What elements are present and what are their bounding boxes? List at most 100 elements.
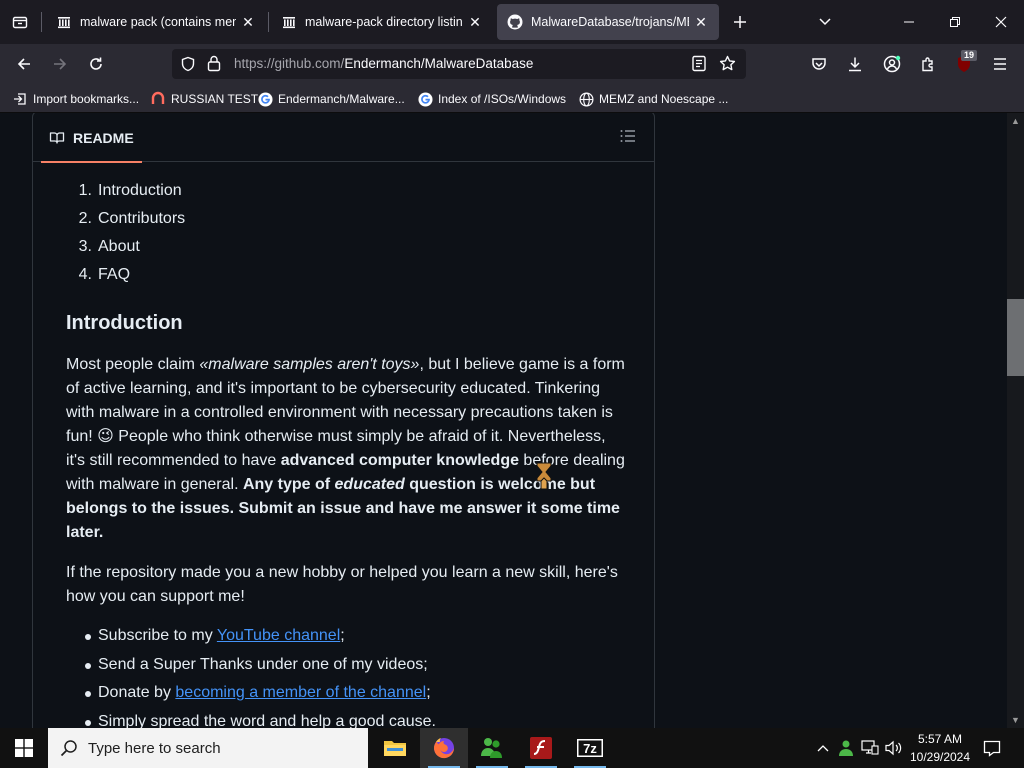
taskbar-app-flash[interactable]	[517, 728, 565, 768]
windows-taskbar: Type here to search 7z 5:57 AM 10/29/202…	[0, 728, 1024, 768]
taskbar-app-file-explorer[interactable]	[371, 728, 419, 768]
tray-volume[interactable]	[885, 739, 903, 757]
text-run: ;	[426, 684, 431, 701]
channel-membership-link[interactable]: becoming a member of the channel	[175, 684, 426, 701]
windows-logo-icon	[15, 739, 33, 757]
address-bar[interactable]: https://github.com/Endermanch/MalwareDat…	[172, 49, 746, 79]
bookmark-label: MEMZ and Noescape ...	[599, 92, 729, 106]
tray-messenger-status[interactable]	[837, 739, 855, 757]
scrollbar-thumb[interactable]	[1007, 299, 1024, 376]
pocket-icon	[812, 58, 826, 70]
tab-malware-database[interactable]: MalwareDatabase/trojans/MEM ✕	[497, 4, 719, 40]
clock-time: 5:57 AM	[917, 732, 963, 746]
forward-button[interactable]	[44, 48, 76, 80]
support-list: Subscribe to my YouTube channel; Send a …	[66, 624, 436, 728]
restore-button[interactable]	[932, 0, 978, 44]
svg-text:7z: 7z	[583, 741, 597, 756]
tracking-protection-icon[interactable]	[180, 56, 196, 77]
show-hidden-icons-button[interactable]	[814, 739, 832, 757]
bookmark-endermanch[interactable]: Endermanch/Malware...	[257, 90, 405, 108]
clock[interactable]: 5:57 AM 10/29/2024	[906, 730, 974, 766]
bookmark-russian-test[interactable]: RUSSIAN TEST	[150, 90, 258, 108]
puzzle-icon	[922, 57, 933, 72]
youtube-channel-link[interactable]: YouTube channel	[217, 627, 340, 644]
plus-icon	[734, 16, 746, 28]
taskbar-app-firefox[interactable]	[420, 728, 468, 768]
toc-item: 4. FAQ	[66, 263, 185, 291]
bookmark-import[interactable]: Import bookmarks...	[12, 90, 139, 108]
taskbar-app-messenger[interactable]	[468, 728, 516, 768]
text-run: Simply spread the word and help a good c…	[98, 712, 436, 729]
lock-icon[interactable]	[207, 55, 221, 77]
page-content: README 1. Introduction 2. Contributors 3. A…	[0, 113, 1007, 728]
table-of-contents: 1. Introduction 2. Contributors 3. About 4.…	[66, 179, 186, 291]
folder-icon	[384, 741, 406, 756]
arrow-left-icon	[17, 58, 30, 70]
page-scrollbar[interactable]: ▲ ▼	[1007, 113, 1024, 728]
close-tab-icon[interactable]: ✕	[467, 14, 483, 30]
search-icon	[60, 739, 78, 757]
wink-emoji-icon: 😉	[97, 428, 114, 445]
text-run: ;	[340, 627, 345, 644]
scroll-down-icon[interactable]: ▼	[1007, 712, 1024, 728]
text-run: Send a Super Thanks under one of my vide…	[98, 655, 428, 673]
reader-view-icon[interactable]	[691, 55, 707, 77]
bookmark-memz[interactable]: MEMZ and Noescape ...	[578, 90, 728, 108]
close-tab-icon[interactable]: ✕	[240, 14, 256, 30]
archive-org-icon	[56, 14, 72, 30]
tray-network[interactable]	[861, 739, 879, 757]
pocket-button[interactable]	[803, 48, 835, 80]
taskbar-search-box[interactable]: Type here to search	[48, 728, 368, 768]
toc-number: 1.	[78, 182, 92, 199]
toc-item: 2. Contributors	[66, 207, 186, 235]
toc-link-introduction[interactable]: Introduction	[98, 182, 182, 199]
close-icon	[995, 16, 1007, 28]
toc-number: 4.	[78, 266, 92, 283]
downloads-button[interactable]	[839, 48, 871, 80]
back-button[interactable]	[8, 48, 40, 80]
list-all-tabs-button[interactable]	[802, 0, 848, 44]
bookmark-label: RUSSIAN TEST	[171, 92, 259, 106]
chevron-down-icon	[819, 18, 831, 26]
start-button[interactable]	[0, 728, 48, 768]
toc-number: 2.	[78, 210, 92, 227]
support-paragraph: If the repository made you a new hobby o…	[66, 564, 618, 605]
account-button[interactable]	[876, 48, 908, 80]
text-run-bold: advanced computer knowledge	[280, 452, 519, 469]
new-tab-button[interactable]	[726, 8, 754, 36]
book-icon	[49, 130, 65, 146]
extensions-button[interactable]	[912, 48, 944, 80]
extension-badge: 19	[961, 50, 978, 61]
minimize-button[interactable]	[886, 0, 932, 44]
readme-tab-label: README	[73, 130, 134, 146]
readme-tab[interactable]: README	[41, 114, 142, 163]
text-run: Donate by	[98, 684, 176, 701]
taskbar-app-7zip[interactable]: 7z	[566, 728, 614, 768]
text-run-bold-italic: educated	[334, 476, 405, 493]
close-tab-icon[interactable]: ✕	[693, 14, 709, 30]
close-window-button[interactable]	[978, 0, 1024, 44]
bookmark-label: Index of /ISOs/Windows	[438, 92, 567, 106]
account-icon	[883, 55, 901, 73]
toc-link-about[interactable]: About	[98, 238, 140, 255]
messenger-buddy-icon	[839, 740, 853, 756]
reload-button[interactable]	[80, 48, 112, 80]
url-text: https://github.com/Endermanch/MalwareDat…	[234, 56, 533, 71]
tab-directory-listing[interactable]: malware-pack directory listing ✕	[271, 4, 493, 40]
scroll-up-icon[interactable]: ▲	[1007, 113, 1024, 129]
toc-link-faq[interactable]: FAQ	[98, 266, 130, 283]
tab-list-button[interactable]	[0, 0, 40, 44]
outline-button[interactable]	[618, 126, 638, 146]
hamburger-menu-icon	[994, 58, 1006, 70]
toc-link-contributors[interactable]: Contributors	[98, 210, 185, 227]
text-run-bold: Any type of	[242, 476, 335, 493]
bookmark-star-icon[interactable]	[719, 55, 736, 77]
arrow-right-icon	[54, 58, 67, 70]
bookmark-index-isos[interactable]: Index of /ISOs/Windows	[417, 90, 566, 108]
text-run-italic: «malware samples aren't toys»	[199, 356, 420, 373]
ublock-extension-button[interactable]: 19	[948, 48, 980, 80]
tab-malware-pack[interactable]: malware pack (contains memz) ✕	[46, 4, 266, 40]
notification-center-button[interactable]	[982, 739, 1002, 757]
app-menu-button[interactable]	[984, 48, 1016, 80]
bookmark-label: Endermanch/Malware...	[278, 92, 405, 106]
